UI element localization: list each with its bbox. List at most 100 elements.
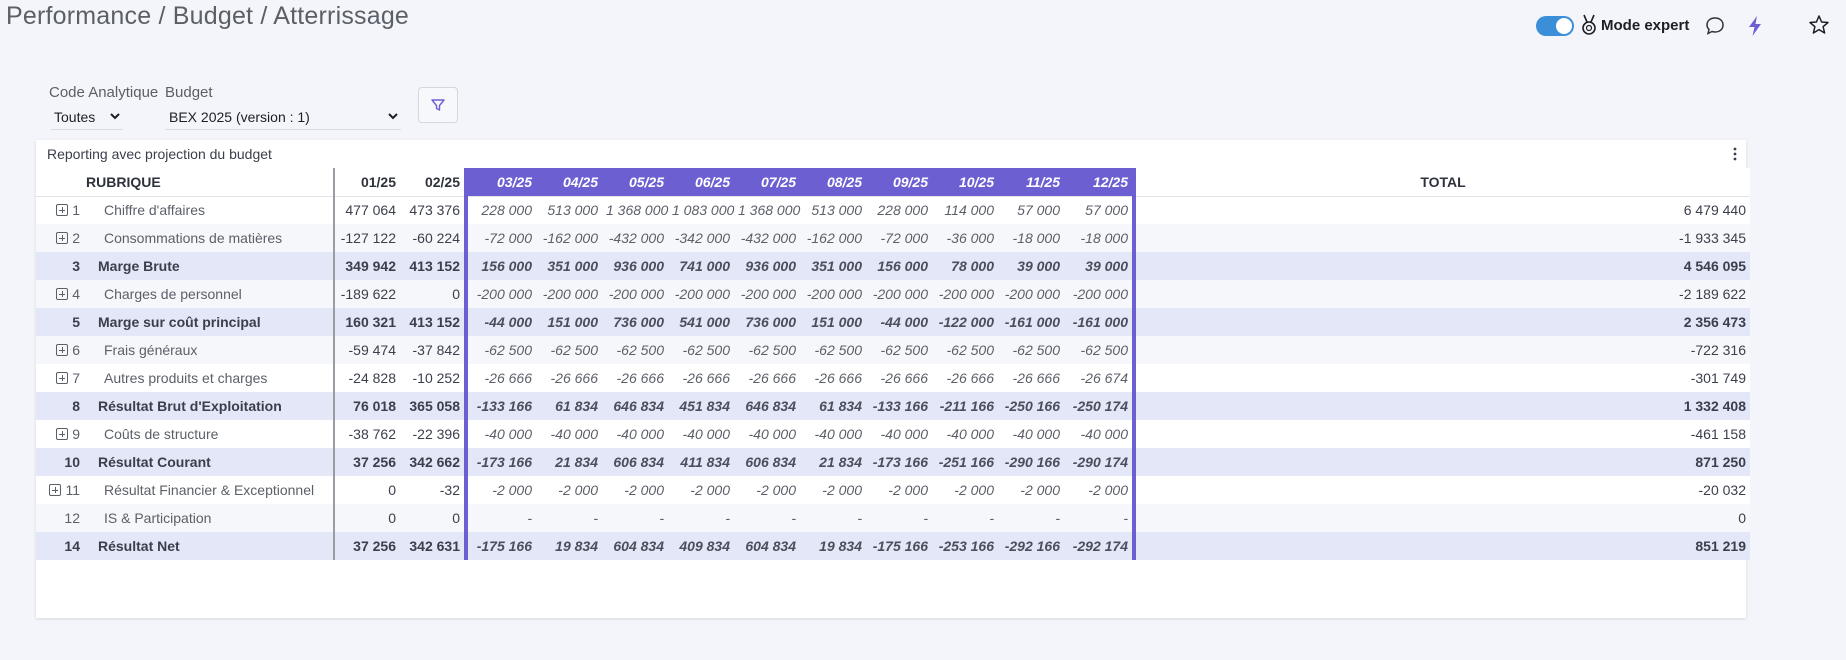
projected-cell: -40 000 <box>1064 420 1136 448</box>
table-row[interactable]: 12 IS & Participation 0 0- - - - - - - - - -0 <box>36 504 1750 532</box>
plus-square-icon[interactable] <box>49 484 62 496</box>
plus-square-icon[interactable] <box>56 428 69 440</box>
table-row[interactable]: 5 Marge sur coût principal 160 321 413 152-… <box>36 308 1750 336</box>
projected-cell: -133 166 <box>464 392 536 420</box>
header-month[interactable]: 12/25 <box>1064 168 1136 197</box>
header-index <box>36 168 84 197</box>
projected-cell: - <box>1064 504 1136 532</box>
plus-square-icon[interactable] <box>56 372 69 384</box>
actual-cell: -127 122 <box>334 224 400 252</box>
header-total[interactable]: TOTAL <box>1134 168 1750 197</box>
table-row[interactable]: 8 Résultat Brut d'Exploitation 76 018 365 0… <box>36 392 1750 420</box>
projected-cell: -26 666 <box>668 364 734 392</box>
budget-select[interactable]: BEX 2025 (version : 1) <box>165 104 401 130</box>
table-row[interactable]: 3 Marge Brute 349 942 413 152 156 000 351 000… <box>36 252 1750 280</box>
header-month[interactable]: 07/25 <box>734 168 800 197</box>
total-cell: 851 219 <box>1134 532 1750 560</box>
table-row[interactable]: 6 Frais généraux -59 474 -37 842 -62 500 -62 … <box>36 336 1750 364</box>
chevron-down-icon <box>388 113 398 120</box>
actual-cell: -37 842 <box>400 336 467 364</box>
header-month[interactable]: 06/25 <box>668 168 734 197</box>
actual-cell: 413 152 <box>400 308 467 336</box>
projected-cell: 351 000 <box>536 252 602 280</box>
projected-cell: 228 000 <box>464 196 536 224</box>
projected-cell: -40 000 <box>536 420 602 448</box>
projected-cell: -62 500 <box>734 336 800 364</box>
projected-cell: -62 500 <box>998 336 1064 364</box>
row-index-value: 11 <box>65 482 80 498</box>
plus-square-icon[interactable] <box>56 204 69 217</box>
row-index[interactable]: 2 <box>36 224 84 252</box>
row-index[interactable]: 4 <box>36 280 84 308</box>
row-index: 8 <box>36 392 84 420</box>
row-label: Résultat Financier & Exceptionnel <box>84 476 335 504</box>
header-month[interactable]: 04/25 <box>536 168 602 197</box>
projected-cell: -2 000 <box>668 476 734 504</box>
table-row[interactable]: 11 Résultat Financier & Exceptionnel 0 -32-… <box>36 476 1750 504</box>
header-month[interactable]: 02/25 <box>400 168 467 197</box>
header-month[interactable]: 09/25 <box>866 168 932 197</box>
row-index[interactable]: 11 <box>36 476 84 504</box>
row-label: IS & Participation <box>84 504 335 532</box>
total-cell: -301 749 <box>1134 364 1750 392</box>
row-index[interactable]: 1 <box>36 196 84 224</box>
projected-cell: -62 500 <box>1064 336 1136 364</box>
header-month[interactable]: 08/25 <box>800 168 866 197</box>
row-index[interactable]: 9 <box>36 420 84 448</box>
star-icon[interactable] <box>1808 14 1830 36</box>
row-index-value: 4 <box>72 286 80 302</box>
table-row[interactable]: 4 Charges de personnel -189 622 0 -200 000 -2… <box>36 280 1750 308</box>
projected-cell: 151 000 <box>536 308 602 336</box>
header-month[interactable]: 10/25 <box>932 168 998 197</box>
projected-cell: 61 834 <box>800 392 866 420</box>
projected-cell: 513 000 <box>536 196 602 224</box>
plus-square-icon[interactable] <box>56 288 69 300</box>
code-analytique-select[interactable]: Toutes <box>51 104 123 130</box>
projected-cell: 19 834 <box>800 532 866 560</box>
projected-cell: -40 000 <box>800 420 866 448</box>
bolt-icon[interactable] <box>1745 15 1765 37</box>
table-row[interactable]: 7 Autres produits et charges -24 828 -10 25… <box>36 364 1750 392</box>
plus-square-icon[interactable] <box>56 344 69 356</box>
kebab-icon[interactable] <box>1732 146 1738 162</box>
actual-cell: 342 662 <box>400 448 467 476</box>
table-row[interactable]: 1 Chiffre d'affaires 477 064 473 376 228 000… <box>36 196 1750 224</box>
filter-button[interactable] <box>418 87 458 123</box>
projected-cell: -290 174 <box>1064 448 1136 476</box>
projected-cell: -40 000 <box>998 420 1064 448</box>
row-index-value: 7 <box>72 370 80 386</box>
plus-square-icon[interactable] <box>56 232 69 244</box>
header-rubrique[interactable]: RUBRIQUE <box>84 168 335 197</box>
projected-cell: -200 000 <box>734 280 800 308</box>
projected-cell: -62 500 <box>866 336 932 364</box>
table-row[interactable]: 2 Consommations de matières -127 122 -60 22… <box>36 224 1750 252</box>
projected-cell: 228 000 <box>866 196 932 224</box>
projected-cell: -62 500 <box>536 336 602 364</box>
projected-cell: - <box>668 504 734 532</box>
projected-cell: -211 166 <box>932 392 998 420</box>
projected-cell: -62 500 <box>800 336 866 364</box>
table-row[interactable]: 10 Résultat Courant 37 256 342 662 -173 166 2… <box>36 448 1750 476</box>
projected-cell: -44 000 <box>464 308 536 336</box>
actual-cell: -10 252 <box>400 364 467 392</box>
row-index: 12 <box>36 504 84 532</box>
table-row[interactable]: 9 Coûts de structure -38 762 -22 396 -40 000… <box>36 420 1750 448</box>
expert-mode-toggle[interactable] <box>1536 16 1574 36</box>
projected-cell: 114 000 <box>932 196 998 224</box>
projected-cell: -2 000 <box>800 476 866 504</box>
row-index[interactable]: 6 <box>36 336 84 364</box>
header-month[interactable]: 05/25 <box>602 168 668 197</box>
projected-cell: -162 000 <box>536 224 602 252</box>
row-index[interactable]: 7 <box>36 364 84 392</box>
projected-cell: -2 000 <box>536 476 602 504</box>
row-label: Consommations de matières <box>84 224 335 252</box>
header-month[interactable]: 11/25 <box>998 168 1064 197</box>
projected-cell: 21 834 <box>536 448 602 476</box>
table-row[interactable]: 14 Résultat Net 37 256 342 631 -175 166 19 83… <box>36 532 1750 560</box>
comment-icon[interactable] <box>1704 15 1726 37</box>
header-month[interactable]: 01/25 <box>334 168 400 197</box>
actual-cell: 160 321 <box>334 308 400 336</box>
total-cell: 1 332 408 <box>1134 392 1750 420</box>
projected-cell: -175 166 <box>464 532 536 560</box>
header-month[interactable]: 03/25 <box>464 168 536 197</box>
